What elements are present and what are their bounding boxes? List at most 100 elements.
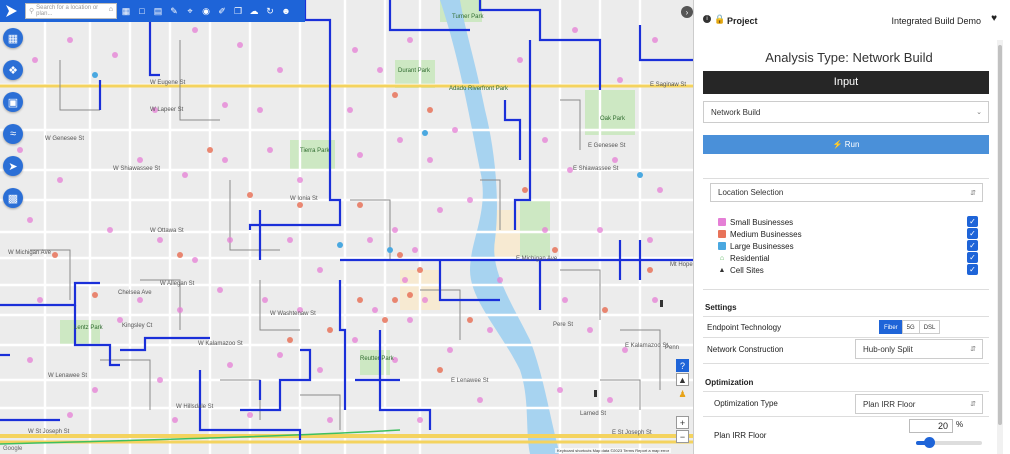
building-icon[interactable]: ▦ (3, 28, 23, 48)
checkbox-large-businesses[interactable]: ✓ (967, 240, 978, 251)
heart-icon[interactable]: ♥ (991, 13, 997, 24)
location-item-label: Small Businesses (730, 217, 794, 227)
run-button[interactable]: ⚡ Run (703, 135, 989, 154)
optimization-header: Optimization (705, 378, 754, 387)
ruler-icon[interactable]: ⌖ (183, 3, 197, 19)
location-item-medium-businesses[interactable]: Medium Businesses ✓ (718, 228, 978, 240)
network-construction-select[interactable]: Hub-only Split ⇵ (855, 339, 983, 359)
analysis-title: Analysis Type: Network Build (765, 50, 933, 65)
project-name[interactable]: Integrated Build Demo (891, 16, 981, 26)
park-label: Adado Riverfront Park (449, 86, 509, 92)
boundary-icon[interactable]: ▣ (3, 92, 23, 112)
construction-value: Hub-only Split (863, 344, 913, 354)
file-icon[interactable]: ▤ (151, 3, 165, 19)
checkbox-cell-sites[interactable]: ✓ (967, 264, 978, 275)
user-icon[interactable]: ☻ (279, 3, 293, 19)
clear-icon[interactable]: ⌂ (109, 6, 113, 13)
settings-header: Settings (705, 303, 737, 312)
street-label: E Kalamazoo St (625, 343, 669, 349)
map-attribution[interactable]: Keyboard shortcuts Map data ©2023 Terms … (555, 448, 672, 453)
street-label: W Shiawassee St (113, 166, 161, 172)
endpoint-label: Endpoint Technology (707, 323, 782, 332)
endpoint-option-fiber[interactable]: Fiber (879, 320, 903, 334)
location-selection-select[interactable]: Location Selection ⇵ (710, 183, 983, 202)
signal-icon[interactable]: ≈ (3, 124, 23, 144)
eye-icon[interactable]: ◉ (199, 3, 213, 19)
irr-floor-input[interactable]: 20 (909, 419, 953, 433)
street-label: E Genesee St (588, 143, 626, 149)
location-item-large-businesses[interactable]: Large Businesses ✓ (718, 240, 978, 252)
search-input[interactable]: ⚲ Search for a location or plan... ⌂ (25, 3, 117, 19)
location-item-residential[interactable]: ⌂ Residential ✓ (718, 252, 978, 264)
refresh-icon[interactable]: ↻ (263, 3, 277, 19)
input-header: Input (703, 71, 989, 94)
street-grid (0, 0, 693, 454)
optimization-type-select[interactable]: Plan IRR Floor ⇵ (855, 394, 983, 414)
street-label: W Eugene St (150, 80, 186, 86)
route-icon[interactable]: ➤ (3, 156, 23, 176)
checkbox-medium-businesses[interactable]: ✓ (967, 228, 978, 239)
collapse-panel-icon[interactable]: › (681, 6, 693, 18)
edit-icon[interactable]: ✎ (167, 3, 181, 19)
cell-tower-icon: ▲ (718, 266, 726, 274)
updown-icon: ⇵ (970, 346, 976, 353)
location-section: Location Selection ⇵ Small Businesses ✓ … (703, 178, 989, 288)
street-label: E St Joseph St (612, 430, 652, 436)
small-business-icon (718, 218, 726, 226)
chevron-down-icon: ⌄ (976, 109, 982, 116)
street-label: Mt Hope (670, 262, 693, 268)
street-label: W Genesee St (45, 136, 85, 142)
location-item-small-businesses[interactable]: Small Businesses ✓ (718, 216, 978, 228)
map-side-tools: ▦ ❖ ▣ ≈ ➤ ▩ (3, 28, 25, 220)
updown-icon: ⇵ (970, 189, 976, 197)
street-label: W Lapeer St (150, 107, 184, 113)
checkbox-small-businesses[interactable]: ✓ (967, 216, 978, 227)
location-item-label: Cell Sites (730, 265, 764, 275)
fullscreen-icon[interactable]: ▲ (676, 373, 689, 386)
search-icon: ⚲ (29, 8, 35, 15)
street-label: Chelsea Ave (118, 290, 152, 296)
endpoint-option-dsl[interactable]: DSL (918, 320, 941, 334)
document-icon[interactable]: □ (135, 3, 149, 19)
street-label: W Kalamazoo St (198, 341, 243, 347)
irr-slider-thumb[interactable] (924, 437, 936, 448)
location-item-cell-sites[interactable]: ▲ Cell Sites ✓ (718, 264, 978, 276)
lock-icon[interactable]: 🔒 (714, 14, 725, 25)
divider (703, 289, 989, 290)
house-icon: ⌂ (719, 254, 725, 262)
endpoint-option-5g[interactable]: 5G (901, 320, 920, 334)
location-item-label: Medium Businesses (730, 229, 802, 239)
street-label: Kingsley Ct (122, 323, 153, 329)
network-type-select[interactable]: Network Build ⌄ (703, 101, 989, 123)
network-icon[interactable]: ❖ (3, 60, 23, 80)
grid-icon[interactable]: ▦ (119, 3, 133, 19)
endpoint-technology-toggle: Fiber 5G DSL (879, 320, 941, 334)
park-area (290, 140, 335, 170)
map-canvas[interactable] (0, 0, 693, 454)
panel-scrollbar-thumb[interactable] (998, 45, 1002, 425)
pegman-icon[interactable]: ♟ (676, 388, 689, 401)
location-selection-label: Location Selection (718, 188, 784, 197)
park-label: Reutter Park (360, 356, 394, 362)
location-item-label: Residential (730, 253, 770, 263)
street-label: W Ottawa St (150, 228, 184, 234)
park-area (585, 90, 635, 135)
copy-icon[interactable]: ❐ (231, 3, 245, 19)
medium-business-icon (718, 230, 726, 238)
street-label: W Michigan Ave (8, 250, 51, 256)
street-label: Penn (665, 345, 680, 351)
logo-icon[interactable] (0, 0, 22, 22)
checkbox-residential[interactable]: ✓ (967, 252, 978, 263)
zoom-in-button[interactable]: + (676, 416, 689, 429)
grid-layers-icon[interactable]: ▩ (3, 188, 23, 208)
zoom-out-button[interactable]: − (676, 430, 689, 443)
map-view[interactable]: W Lapeer St W Genesee St W Shiawassee St… (0, 0, 693, 454)
info-icon[interactable]: i (703, 15, 711, 23)
help-icon[interactable]: ? (676, 359, 689, 372)
cloud-icon[interactable]: ☁ (247, 3, 261, 19)
street-label: Pere St (553, 322, 574, 328)
street-label: W Allegan St (160, 281, 195, 287)
pencil-icon[interactable]: ✐ (215, 3, 229, 19)
run-label: Run (844, 140, 860, 149)
irr-floor-label: Plan IRR Floor (714, 431, 767, 440)
